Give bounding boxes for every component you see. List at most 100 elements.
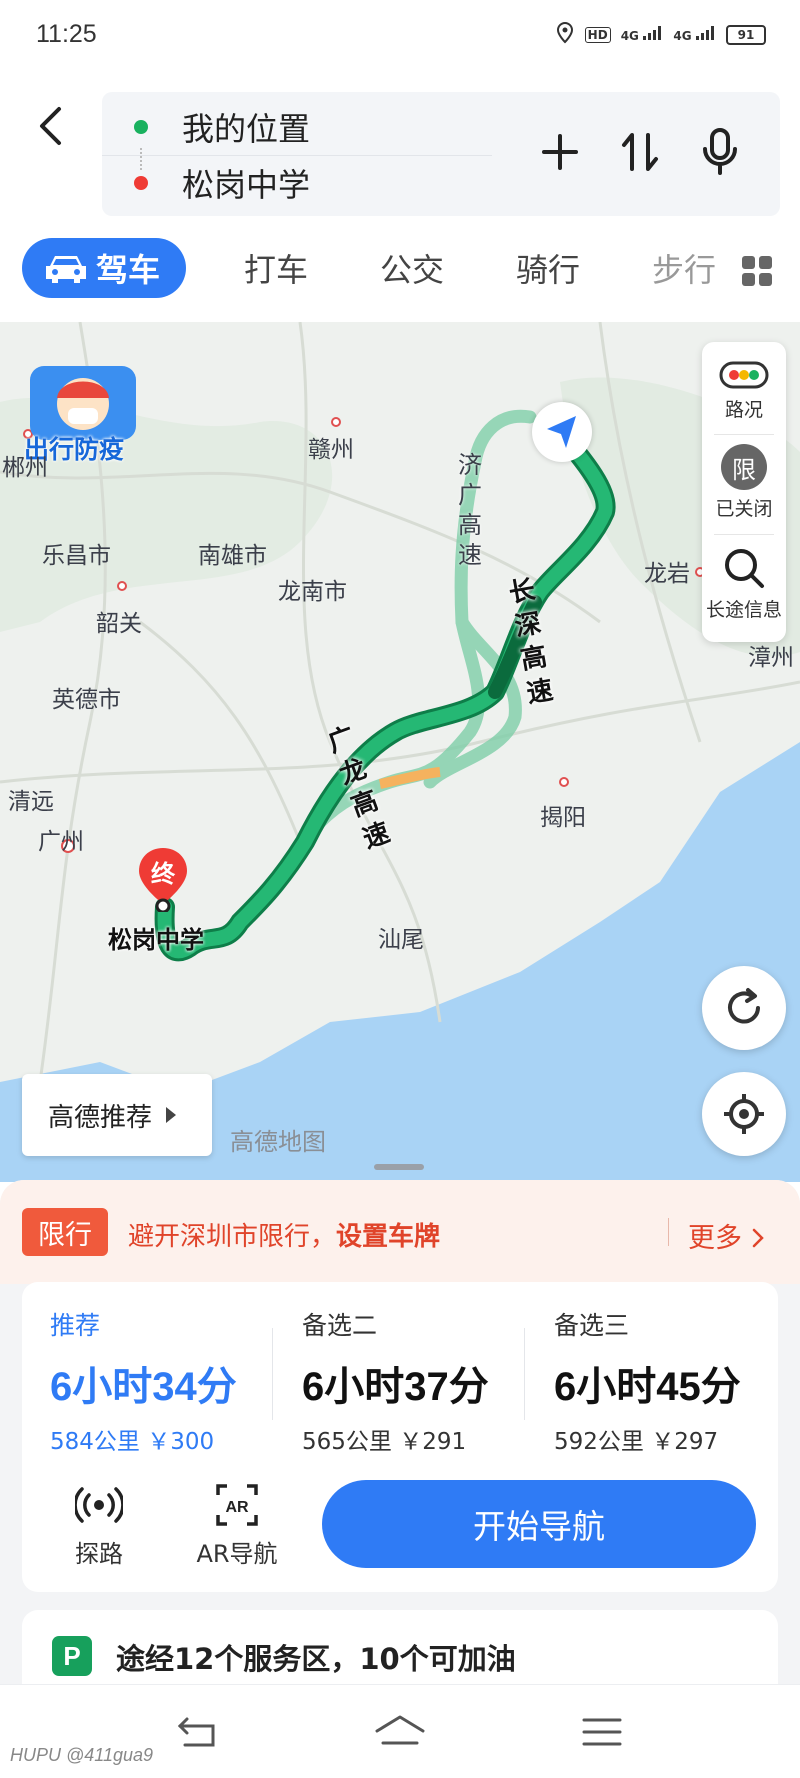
route-option-alt3[interactable]: 备选三 6小时45分 592公里 ￥297	[554, 1306, 774, 1456]
voice-button[interactable]	[690, 120, 750, 184]
system-menu-button[interactable]	[572, 1707, 632, 1757]
back-arrow-icon	[177, 1717, 215, 1747]
restriction-text: 避开深圳市限行，设置车牌	[128, 1216, 440, 1253]
road-label-jiguang: 济广高速	[458, 451, 482, 569]
restriction-status-label: 已关闭	[715, 498, 773, 520]
route-cost: ￥297	[651, 1429, 719, 1455]
signal-icon-1: 4G	[621, 26, 664, 44]
swap-icon	[622, 133, 658, 171]
map-view[interactable]: 出行防疫 赣州 乐昌市 南雄市 龙南市 韶关 英德市 清远 广州 揭阳 汕尾 龙…	[0, 322, 800, 1182]
status-icons: HD 4G 4G 91	[555, 21, 766, 48]
broadcast-icon	[75, 1487, 123, 1523]
refresh-route-button[interactable]	[702, 966, 786, 1050]
route-options-card: 推荐 6小时34分 584公里 ￥300 备选二 6小时37分 565公里 ￥2…	[22, 1282, 778, 1592]
set-plate-link[interactable]: 设置车牌	[336, 1222, 440, 1252]
restriction-badge: 限行	[22, 1208, 108, 1256]
end-point-text: 松岗中学	[182, 166, 311, 204]
restriction-prefix: 避开深圳市限行，	[128, 1222, 337, 1252]
tab-bus[interactable]: 公交	[380, 238, 444, 298]
restriction-icon: 限	[721, 444, 767, 490]
svg-text:AR: AR	[225, 1499, 249, 1516]
system-back-button[interactable]	[168, 1707, 228, 1757]
map-watermark: 高德地图	[230, 1128, 326, 1156]
service-area-info[interactable]: P 途经12个服务区，10个可加油	[22, 1610, 778, 1684]
start-point-field[interactable]: 我的位置	[102, 98, 492, 156]
route-option-meta: 565公里 ￥291	[302, 1422, 522, 1456]
more-modes-grid-icon[interactable]	[742, 256, 772, 286]
route-option-duration: 6小时45分	[554, 1365, 741, 1409]
long-trip-info-button[interactable]: 长途信息	[702, 546, 786, 622]
route-cost: ￥291	[399, 1429, 467, 1455]
search-icon	[725, 549, 764, 588]
city-label: 英德市	[52, 687, 121, 713]
city-label: 韶关	[96, 611, 142, 637]
network-label: 4G	[620, 29, 639, 43]
ar-label: AR导航	[196, 1540, 278, 1568]
restriction-banner[interactable]: 限行 避开深圳市限行，设置车牌 更多	[0, 1180, 800, 1284]
start-dot-icon	[134, 119, 148, 134]
start-navigation-button[interactable]: 开始导航	[322, 1480, 756, 1568]
end-dot-icon	[134, 176, 148, 190]
locate-me-button[interactable]	[702, 1072, 786, 1156]
route-panel: 限行 避开深圳市限行，设置车牌 更多 推荐 6小时34分 584公里 ￥300 …	[0, 1180, 800, 1684]
end-point-field[interactable]: 松岗中学	[102, 154, 502, 212]
divider	[272, 1328, 273, 1420]
divider	[524, 1328, 525, 1420]
city-label: 乐昌市	[42, 543, 111, 569]
chevron-right-icon	[752, 1228, 764, 1248]
traffic-light-icon	[719, 361, 769, 389]
back-button[interactable]	[28, 98, 72, 154]
menu-icon	[582, 1718, 622, 1746]
end-marker-label: 终	[151, 860, 175, 888]
add-waypoint-button[interactable]	[530, 120, 590, 184]
city-label: 赣州	[308, 437, 354, 463]
play-triangle-icon	[166, 1107, 177, 1123]
restriction-more-link[interactable]: 更多	[688, 1216, 765, 1255]
travel-mode-tabs: 驾车 打车 公交 骑行 步行	[0, 238, 800, 308]
route-option-duration: 6小时34分	[50, 1365, 237, 1409]
ar-icon: AR	[216, 1484, 258, 1526]
explore-road-button[interactable]: 探路	[44, 1482, 154, 1569]
city-label: 郴州	[2, 455, 48, 481]
navigation-arrow-icon	[547, 416, 576, 448]
explore-label: 探路	[75, 1540, 123, 1568]
tab-taxi[interactable]: 打车	[244, 238, 308, 298]
route-option-alt2[interactable]: 备选二 6小时37分 565公里 ￥291	[302, 1306, 522, 1456]
start-point-text: 我的位置	[182, 109, 311, 148]
watermark-text: HUPU @411gua9	[10, 1745, 154, 1765]
tab-walk[interactable]: 步行	[652, 238, 716, 298]
city-label: 漳州	[748, 645, 794, 671]
route-input-box: 我的位置 松岗中学	[102, 92, 780, 216]
ar-nav-button[interactable]: AR AR导航	[172, 1482, 302, 1569]
destination-marker: 终	[136, 846, 190, 914]
traffic-toggle[interactable]: 路况	[702, 360, 786, 422]
city-label: 南雄市	[198, 543, 267, 569]
swap-button[interactable]	[610, 120, 670, 184]
city-label: 汕尾	[378, 927, 424, 953]
long-trip-label: 长途信息	[705, 599, 782, 621]
restriction-toggle[interactable]: 限 已关闭	[702, 444, 786, 521]
route-distance: 592公里	[554, 1429, 644, 1455]
tab-drive-label: 驾车	[96, 251, 161, 289]
parking-icon: P	[52, 1636, 92, 1676]
tab-drive[interactable]: 驾车	[22, 238, 186, 298]
microphone-icon	[703, 128, 737, 175]
signal-icon-2: 4G	[673, 26, 716, 44]
tab-bike[interactable]: 骑行	[516, 238, 580, 298]
destination-label: 松岗中学	[108, 926, 204, 954]
more-label: 更多	[688, 1223, 742, 1254]
map-side-controls: 路况 限 已关闭 长途信息	[702, 342, 786, 642]
gaode-recommend-button[interactable]: 高德推荐	[22, 1074, 212, 1156]
drag-handle[interactable]	[374, 1164, 424, 1170]
route-header: 我的位置 松岗中学	[0, 74, 800, 224]
city-label: 清远	[8, 789, 54, 815]
chevron-left-icon	[40, 107, 61, 145]
system-home-button[interactable]	[370, 1707, 430, 1757]
status-time: 11:25	[36, 20, 97, 48]
location-icon	[555, 21, 575, 48]
route-option-recommended[interactable]: 推荐 6小时34分 584公里 ￥300	[50, 1306, 270, 1456]
city-label: 揭阳	[540, 805, 586, 831]
city-label: 龙南市	[278, 579, 347, 605]
city-label: 广州	[38, 829, 84, 855]
route-cost: ￥300	[147, 1429, 215, 1455]
